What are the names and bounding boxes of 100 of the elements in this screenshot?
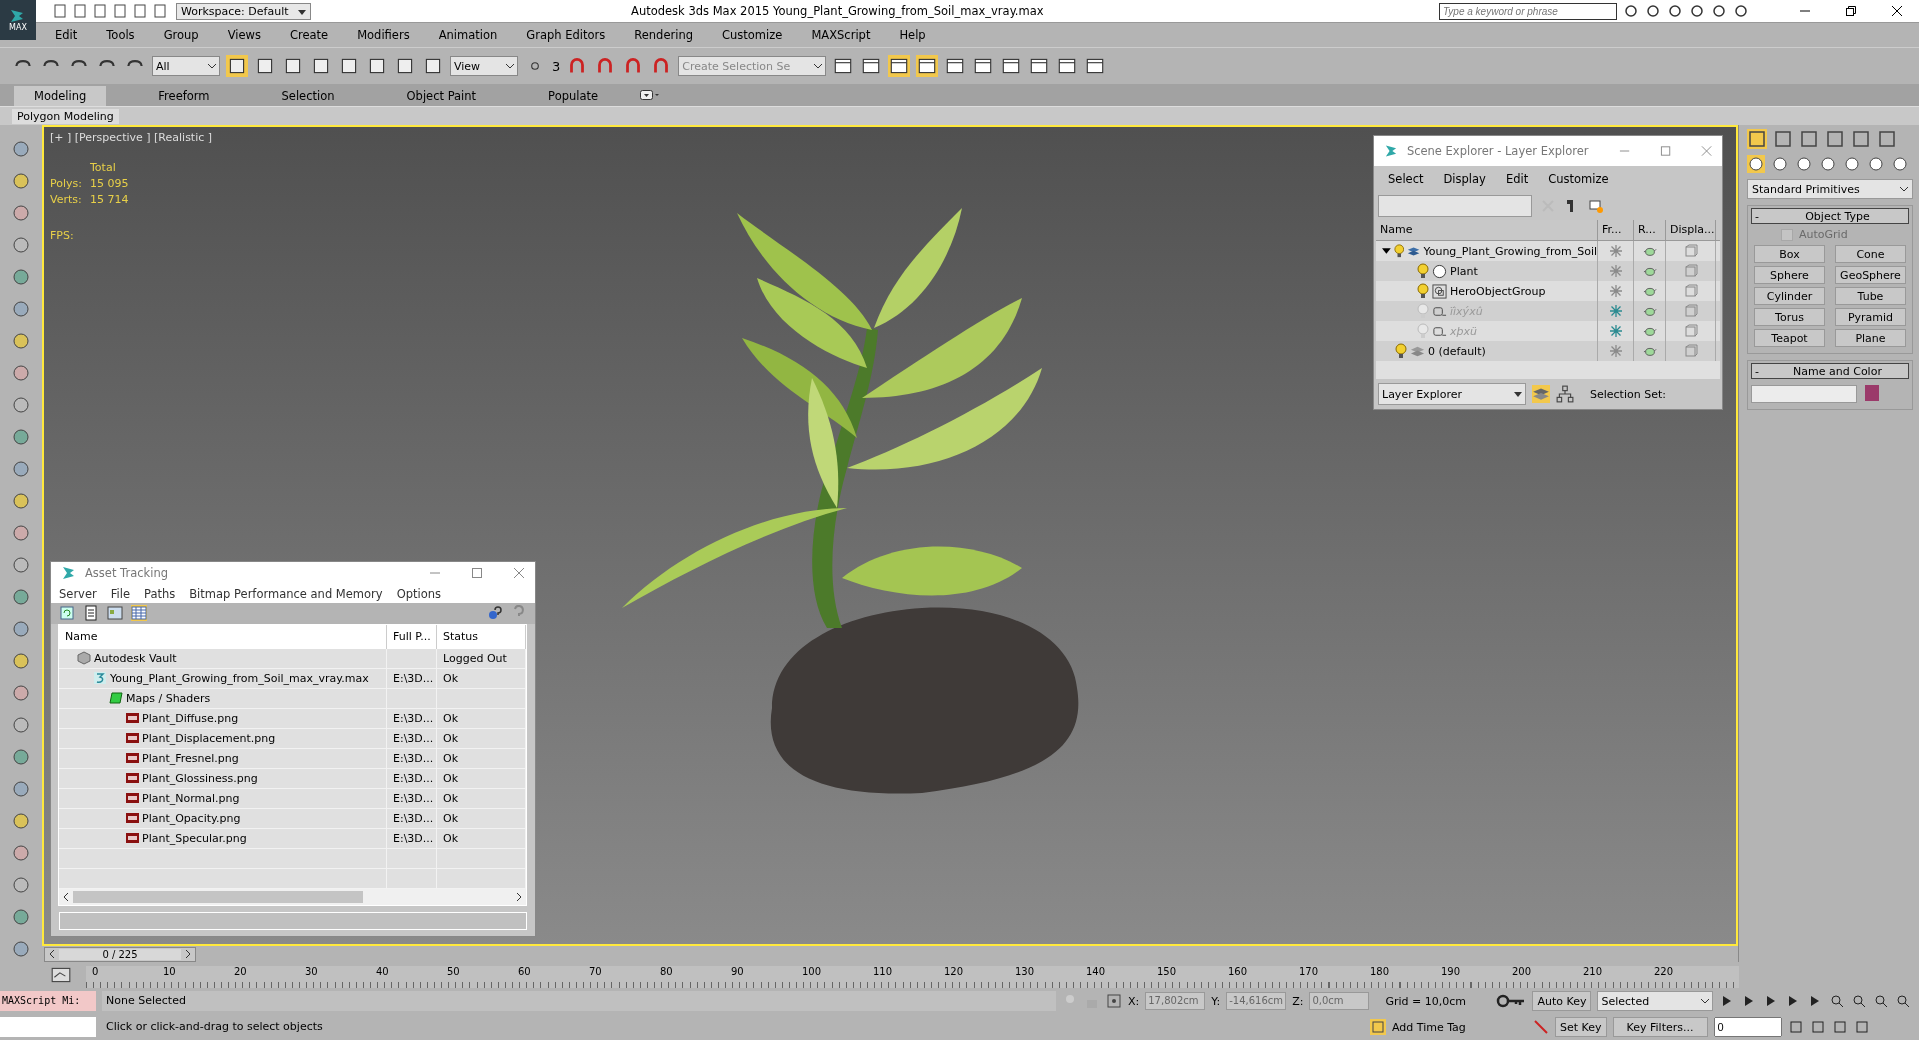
primitive-button[interactable]: Tube (1835, 287, 1906, 305)
primitive-button[interactable]: Sphere (1754, 266, 1825, 284)
display-box-icon[interactable] (1683, 244, 1698, 258)
menu-item[interactable]: Server (59, 586, 97, 601)
collapse-sign[interactable]: - (1752, 364, 1767, 378)
menu-item[interactable]: Edit (1505, 172, 1529, 186)
thumbnail-view-icon[interactable] (107, 605, 123, 621)
menu-item[interactable]: Customize (1548, 172, 1609, 186)
track-bar[interactable]: 0 10 20 30 40 50 60 70 80 90 100 110 120 130 140 150 160 170 180 190 200 210 220 (86, 966, 1739, 988)
primitive-button[interactable]: Torus (1754, 308, 1825, 326)
snowflake-icon[interactable] (1608, 344, 1623, 358)
menu-item[interactable]: MAXScript (811, 28, 871, 42)
object-name[interactable]: HeroObjectGroup (1450, 284, 1546, 298)
new-layer-icon[interactable] (1588, 198, 1604, 214)
snap-toggle[interactable]: 3 (552, 58, 561, 74)
lightbulb-icon[interactable] (1395, 343, 1407, 359)
asset-name[interactable]: Plant_Fresnel.png (142, 751, 239, 765)
menu-item[interactable]: Tools (106, 28, 135, 42)
ribbon-options-icon[interactable] (640, 90, 661, 100)
set-key-filter-icon[interactable] (1533, 1019, 1549, 1035)
menu-item[interactable]: Modifiers (357, 28, 410, 42)
list-view-icon[interactable] (83, 605, 99, 621)
lightbulb-icon[interactable] (1393, 243, 1405, 259)
primitive-button[interactable]: Box (1754, 245, 1825, 263)
frame-field[interactable]: 0 (1713, 1017, 1782, 1037)
display-box-icon[interactable] (1683, 304, 1698, 318)
column-header[interactable]: Status (437, 624, 526, 649)
menu-item[interactable]: Group (163, 28, 199, 42)
menu-item[interactable]: Help (899, 28, 926, 42)
display-box-icon[interactable] (1683, 324, 1698, 338)
absolute-mode-icon[interactable] (1106, 993, 1122, 1009)
ribbon-tab[interactable]: Modeling (14, 86, 107, 106)
primitive-button[interactable]: Pyramid (1835, 308, 1906, 326)
column-header[interactable]: Displa... (1666, 220, 1716, 240)
asset-name[interactable]: Plant_Displacement.png (142, 731, 276, 745)
zoom-icon[interactable] (1829, 993, 1846, 1009)
menu-item[interactable]: Views (227, 28, 261, 42)
menu-item[interactable]: Edit (55, 28, 78, 42)
close-icon[interactable] (1891, 5, 1903, 17)
column-header[interactable]: Fr... (1598, 220, 1634, 240)
display-box-icon[interactable] (1683, 284, 1698, 298)
primitive-button[interactable]: Plane (1835, 329, 1906, 347)
key-mode-dropdown[interactable]: Selected (1597, 991, 1714, 1011)
auto-key-button[interactable]: Auto Key (1532, 991, 1592, 1011)
asset-name[interactable]: Autodesk Vault (94, 651, 177, 665)
primitive-button[interactable]: Cylinder (1754, 287, 1825, 305)
asset-name[interactable]: Plant_Opacity.png (142, 811, 241, 825)
coordinate-field[interactable]: -14,616cm (1226, 992, 1287, 1010)
collapse-arrow-icon[interactable] (1382, 246, 1391, 256)
menu-item[interactable]: Rendering (634, 28, 693, 42)
rollout-title[interactable]: Object Type (1767, 209, 1908, 223)
snowflake-icon[interactable] (1608, 284, 1623, 298)
restore-icon[interactable] (1845, 5, 1857, 17)
viewport[interactable] (42, 125, 1738, 946)
maxscript-output-field[interactable] (0, 1017, 96, 1037)
refresh-icon[interactable] (59, 605, 75, 621)
workspace-dropdown[interactable]: Workspace: Default (176, 2, 311, 20)
menu-item[interactable]: Customize (722, 28, 783, 42)
object-name[interactable]: Plant (1450, 264, 1478, 278)
coordinate-field[interactable]: 17,802cm (1145, 992, 1206, 1010)
search-field[interactable] (1378, 195, 1532, 217)
ribbon-panel-tab[interactable]: Polygon Modeling (12, 108, 119, 124)
ribbon-tab[interactable]: Freeform (138, 86, 230, 106)
table-view-icon[interactable] (131, 605, 147, 621)
column-header[interactable]: R... (1634, 220, 1666, 240)
asset-name[interactable]: Plant_Glossiness.png (142, 771, 258, 785)
primitive-button[interactable]: Cone (1835, 245, 1906, 263)
rollout-title[interactable]: Name and Color (1767, 364, 1908, 378)
object-name[interactable]: Young_Plant_Growing_from_Soil (1423, 244, 1597, 258)
add-time-tag-label[interactable]: Add Time Tag (1392, 1020, 1527, 1034)
name-field[interactable] (1751, 385, 1857, 403)
primitive-button[interactable]: Teapot (1754, 329, 1825, 347)
ribbon-tab[interactable]: Populate (528, 86, 619, 106)
frame-counter[interactable]: 0 / 225 (44, 946, 196, 962)
primitive-button[interactable]: GeoSphere (1835, 266, 1906, 284)
menu-item[interactable]: Create (289, 28, 329, 42)
snowflake-icon[interactable] (1608, 304, 1623, 318)
help-online-icon[interactable] (487, 605, 503, 621)
selection-filter-dropdown[interactable]: All (152, 56, 220, 76)
application-menu-button[interactable]: MAX (0, 0, 36, 40)
column-header[interactable]: Name (1376, 220, 1598, 240)
mini-curve-editor-icon[interactable] (50, 966, 72, 984)
maximize-icon[interactable] (471, 567, 483, 580)
ribbon-tab[interactable]: Object Paint (386, 86, 497, 106)
maxscript-listener-field[interactable]: MAXScript Mi: (0, 991, 96, 1011)
asset-name[interactable]: Maps / Shaders (126, 691, 211, 705)
collapse-sign[interactable]: - (1752, 209, 1767, 223)
ribbon-tab[interactable]: Selection (261, 86, 355, 106)
column-header[interactable]: Name (59, 624, 387, 649)
lightbulb-icon[interactable] (1417, 263, 1429, 279)
menu-item[interactable]: Graph Editors (526, 28, 606, 42)
display-box-icon[interactable] (1683, 264, 1698, 278)
search-field[interactable]: Type a keyword or phrase (1439, 2, 1617, 20)
key-filters-button[interactable]: Key Filters... (1612, 1017, 1708, 1037)
menu-item[interactable]: Select (1388, 172, 1424, 186)
hierarchy-icon[interactable] (1556, 385, 1574, 403)
object-name[interactable]: 0 (default) (1428, 344, 1486, 358)
asset-name[interactable]: Plant_Specular.png (142, 831, 247, 845)
snowflake-icon[interactable] (1608, 324, 1623, 338)
menu-item[interactable]: Display (1443, 172, 1486, 186)
